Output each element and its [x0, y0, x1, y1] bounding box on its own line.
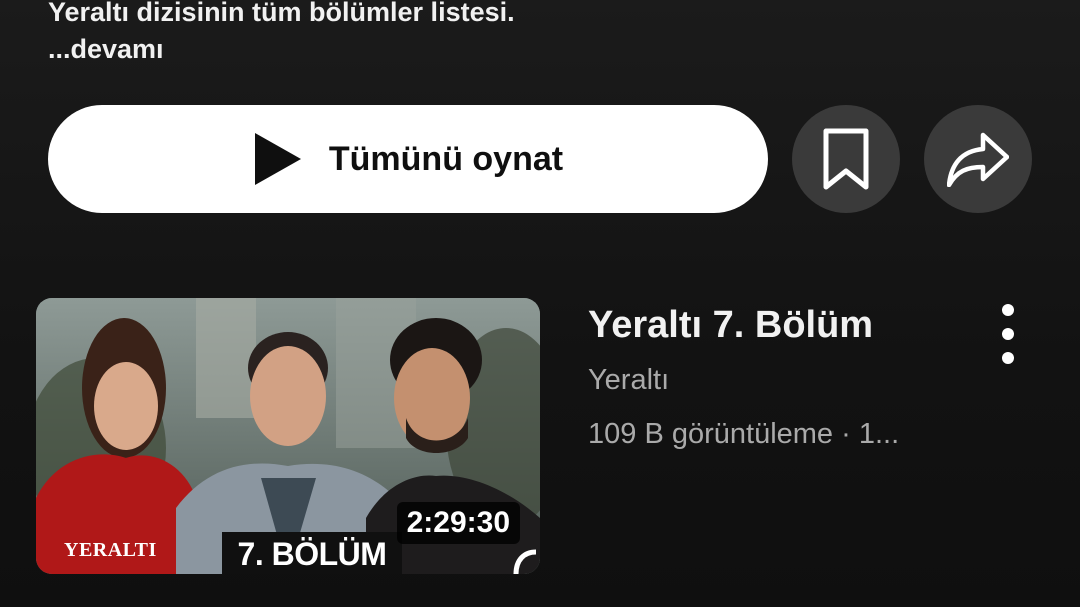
kebab-dot	[1002, 352, 1014, 364]
kebab-dot	[1002, 328, 1014, 340]
share-icon	[947, 132, 1009, 187]
save-playlist-button[interactable]	[792, 105, 900, 213]
kebab-dot	[1002, 304, 1014, 316]
video-duration: 2:29:30	[396, 502, 520, 544]
more-link[interactable]: ...devamı	[48, 34, 164, 65]
thumbnail-episode-text: 7. BÖLÜM	[222, 532, 402, 574]
share-button[interactable]	[924, 105, 1032, 213]
video-thumbnail[interactable]: YERALTI 7. BÖLÜM 2:29:30	[36, 298, 540, 574]
more-options-icon[interactable]	[990, 304, 1026, 364]
video-meta[interactable]: Yeraltı 7. Bölüm Yeraltı 109 B görüntüle…	[588, 300, 978, 454]
description-text: Yeraltı dizisinin tüm bölümler listesi.	[48, 0, 515, 27]
thumbnail-brand-text: YERALTI	[64, 539, 157, 561]
video-title[interactable]: Yeraltı 7. Bölüm	[588, 300, 978, 350]
video-stats: 109 B görüntüleme · 1...	[588, 418, 900, 450]
play-all-button[interactable]: Tümünü oynat	[48, 105, 768, 213]
bookmark-icon	[823, 128, 869, 190]
playlist-page: Yeraltı dizisinin tüm bölümler listesi. …	[0, 0, 1080, 607]
play-all-label: Tümünü oynat	[328, 139, 564, 178]
playlist-description: Yeraltı dizisinin tüm bölümler listesi.	[48, 0, 1048, 32]
channel-name: Yeraltı	[588, 364, 670, 396]
play-icon	[254, 133, 301, 185]
corner-arc-icon	[513, 549, 537, 574]
